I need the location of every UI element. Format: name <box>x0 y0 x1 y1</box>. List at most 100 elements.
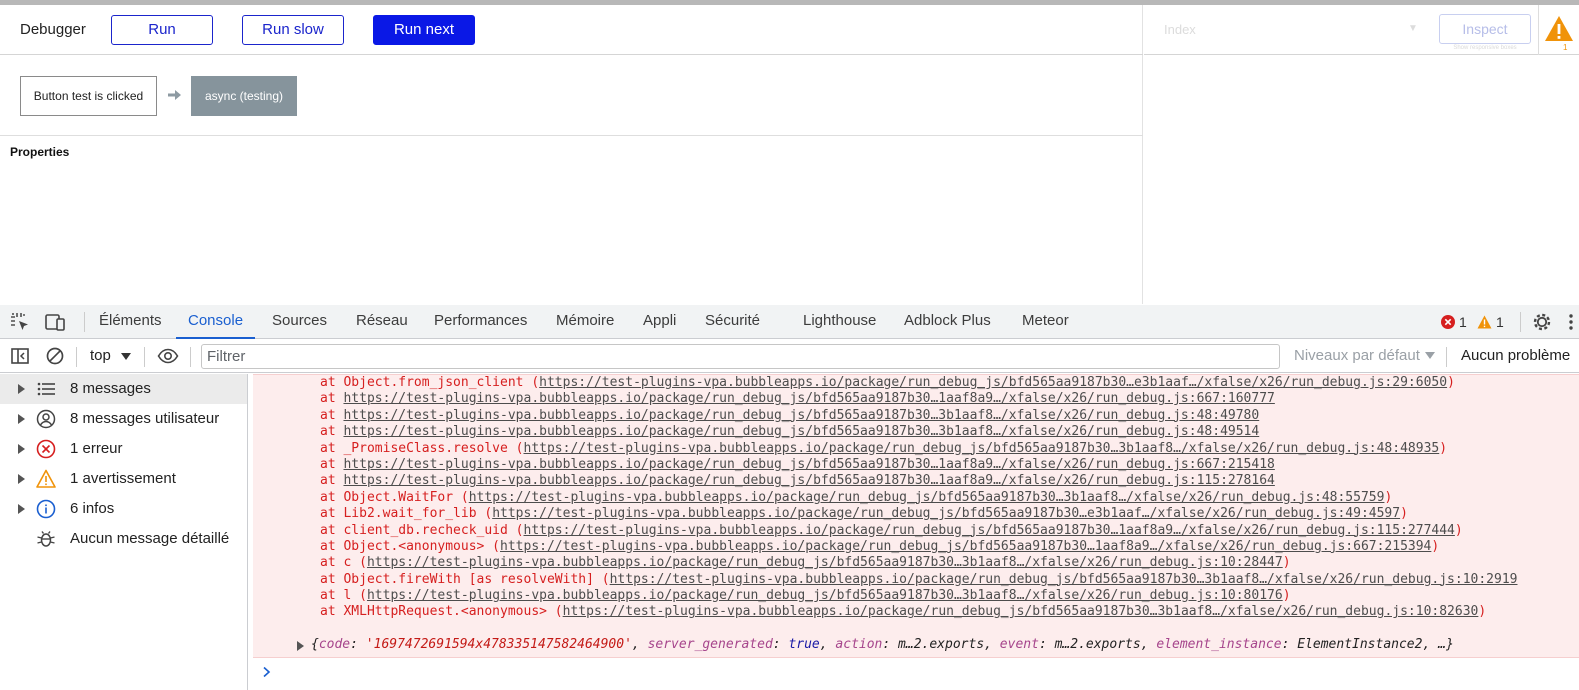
error-icon <box>36 439 56 459</box>
stack-frame-link[interactable]: https://test-plugins-vpa.bubbleapps.io/p… <box>563 604 1479 619</box>
stack-frame: at https://test-plugins-vpa.bubbleapps.i… <box>320 391 1518 407</box>
stack-frame-link[interactable]: https://test-plugins-vpa.bubbleapps.io/p… <box>343 473 1274 488</box>
chevron-down-icon <box>1425 352 1435 359</box>
expand-arrow-icon[interactable] <box>18 384 25 394</box>
sidebar-item-user-messages[interactable]: 8 messages utilisateur <box>0 404 247 434</box>
tab-memory[interactable]: Mémoire <box>556 305 614 339</box>
tab-security[interactable]: Sécurité <box>705 305 760 339</box>
console-filterbar: top Niveaux par défaut Aucun problème <box>0 340 1579 373</box>
sidebar-item-label: Aucun message détaillé <box>70 530 230 547</box>
eye-icon[interactable] <box>157 346 179 366</box>
responsive-boxes-label[interactable]: Show responsive boxes <box>1440 45 1530 51</box>
sidebar-item-messages[interactable]: 8 messages <box>0 374 247 404</box>
index-select[interactable]: Index <box>1164 22 1424 37</box>
sidebar-item-info[interactable]: 6 infos <box>0 494 247 524</box>
stack-frame-link[interactable]: https://test-plugins-vpa.bubbleapps.io/p… <box>343 424 1259 439</box>
tab-adblock-plus[interactable]: Adblock Plus <box>904 305 991 339</box>
list-icon <box>37 382 55 396</box>
divider <box>1446 347 1447 367</box>
stack-frame-link[interactable]: https://test-plugins-vpa.bubbleapps.io/p… <box>367 588 1283 603</box>
error-icon[interactable] <box>1441 315 1455 329</box>
divider <box>190 347 191 367</box>
action-step[interactable]: async (testing) <box>191 76 297 116</box>
devtools-panel: Éléments Console Sources Réseau Performa… <box>0 305 1579 690</box>
arrow-right-icon <box>168 90 181 100</box>
error-message: at Object.from_json_client (https://test… <box>253 374 1579 658</box>
stack-frame-suffix: ) <box>1400 506 1408 522</box>
console-sidebar: 8 messages 8 messages utilisateur 1 erre… <box>0 374 248 690</box>
stack-frame: at https://test-plugins-vpa.bubbleapps.i… <box>320 457 1518 473</box>
tab-meteor[interactable]: Meteor <box>1022 305 1069 339</box>
object-summary[interactable]: {code: '1697472691594x478335147582464900… <box>311 637 1454 652</box>
tab-application[interactable]: Appli <box>643 305 676 339</box>
filter-input[interactable] <box>201 344 1280 369</box>
tab-elements[interactable]: Éléments <box>99 305 162 339</box>
console-prompt-icon[interactable] <box>261 666 273 678</box>
warning-count[interactable]: 1 <box>1496 314 1504 330</box>
issues-status[interactable]: Aucun problème <box>1461 347 1570 364</box>
stack-trace: at Object.from_json_client (https://test… <box>320 375 1518 621</box>
stack-frame-link[interactable]: https://test-plugins-vpa.bubbleapps.io/p… <box>524 523 1455 538</box>
tab-console[interactable]: Console <box>176 305 256 339</box>
expand-arrow-icon[interactable] <box>18 444 25 454</box>
stack-frame-link[interactable]: https://test-plugins-vpa.bubbleapps.io/p… <box>500 539 1431 554</box>
more-menu-icon[interactable] <box>1565 311 1577 333</box>
stack-frame-function: at Object.<anonymous> ( <box>320 538 501 554</box>
stack-frame-link[interactable]: https://test-plugins-vpa.bubbleapps.io/p… <box>343 457 1274 472</box>
tab-sources[interactable]: Sources <box>272 305 327 339</box>
tab-performance[interactable]: Performances <box>434 305 527 339</box>
stack-frame-link[interactable]: https://test-plugins-vpa.bubbleapps.io/p… <box>367 555 1283 570</box>
gear-icon[interactable] <box>1531 311 1553 333</box>
stack-frame: at Object.fireWith [as resolveWith] (htt… <box>320 572 1518 588</box>
expand-arrow-icon[interactable] <box>18 414 25 424</box>
stack-frame-suffix: ) <box>1439 440 1448 456</box>
clear-console-icon[interactable] <box>45 346 65 366</box>
stack-frame-suffix: ) <box>1282 555 1291 571</box>
run-button[interactable]: Run <box>111 15 213 45</box>
run-next-button[interactable]: Run next <box>373 15 475 45</box>
run-slow-button[interactable]: Run slow <box>242 15 344 45</box>
stack-frame-function: at <box>320 424 344 440</box>
stack-frame-function: at c ( <box>320 555 367 571</box>
sidebar-item-label: 1 erreur <box>70 440 123 457</box>
stack-frame-link[interactable]: https://test-plugins-vpa.bubbleapps.io/p… <box>524 441 1440 456</box>
sidebar-item-verbose[interactable]: Aucun message détaillé <box>0 524 247 554</box>
error-count[interactable]: 1 <box>1459 314 1467 330</box>
stack-frame-link[interactable]: https://test-plugins-vpa.bubbleapps.io/p… <box>343 408 1259 423</box>
sidebar-item-errors[interactable]: 1 erreur <box>0 434 247 464</box>
warning-icon[interactable] <box>1477 315 1492 329</box>
stack-frame-function: at _PromiseClass.resolve ( <box>320 440 524 456</box>
chevron-down-icon: ▼ <box>1408 23 1418 34</box>
stack-frame: at https://test-plugins-vpa.bubbleapps.i… <box>320 473 1518 489</box>
divider <box>144 347 145 367</box>
stack-frame-link[interactable]: https://test-plugins-vpa.bubbleapps.io/p… <box>343 391 1274 406</box>
debugger-title: Debugger <box>20 21 86 38</box>
stack-frame: at Object.<anonymous> (https://test-plug… <box>320 539 1518 555</box>
info-icon <box>36 499 56 519</box>
tab-lighthouse[interactable]: Lighthouse <box>803 305 876 339</box>
stack-frame-function: at <box>320 473 344 489</box>
stack-frame-suffix: ) <box>1384 489 1393 505</box>
stack-frame-suffix: ) <box>1282 588 1291 604</box>
stack-frame-link[interactable]: https://test-plugins-vpa.bubbleapps.io/p… <box>469 490 1385 505</box>
inspect-element-icon[interactable] <box>9 311 31 333</box>
stack-frame-link[interactable]: https://test-plugins-vpa.bubbleapps.io/p… <box>610 572 1518 587</box>
warning-icon[interactable] <box>1544 15 1574 43</box>
inspect-button[interactable]: Inspect <box>1439 14 1531 44</box>
context-select[interactable]: top <box>90 347 111 364</box>
expand-arrow-icon[interactable] <box>297 641 304 651</box>
sidebar-item-label: 1 avertissement <box>70 470 176 487</box>
stack-frame-link[interactable]: https://test-plugins-vpa.bubbleapps.io/p… <box>539 375 1447 390</box>
expand-arrow-icon[interactable] <box>18 504 25 514</box>
stack-frame: at XMLHttpRequest.<anonymous> (https://t… <box>320 604 1518 620</box>
sidebar-toggle-icon[interactable] <box>10 346 30 366</box>
expand-arrow-icon[interactable] <box>18 474 25 484</box>
stack-frame: at Object.WaitFor (https://test-plugins-… <box>320 490 1518 506</box>
stack-frame-link[interactable]: https://test-plugins-vpa.bubbleapps.io/p… <box>492 506 1400 521</box>
log-levels-select[interactable]: Niveaux par défaut <box>1294 347 1420 364</box>
sidebar-item-warnings[interactable]: 1 avertissement <box>0 464 247 494</box>
tab-network[interactable]: Réseau <box>356 305 408 339</box>
console-output: at Object.from_json_client (https://test… <box>249 374 1579 690</box>
trigger-step[interactable]: Button test is clicked <box>20 76 157 116</box>
device-toolbar-icon[interactable] <box>44 311 66 333</box>
